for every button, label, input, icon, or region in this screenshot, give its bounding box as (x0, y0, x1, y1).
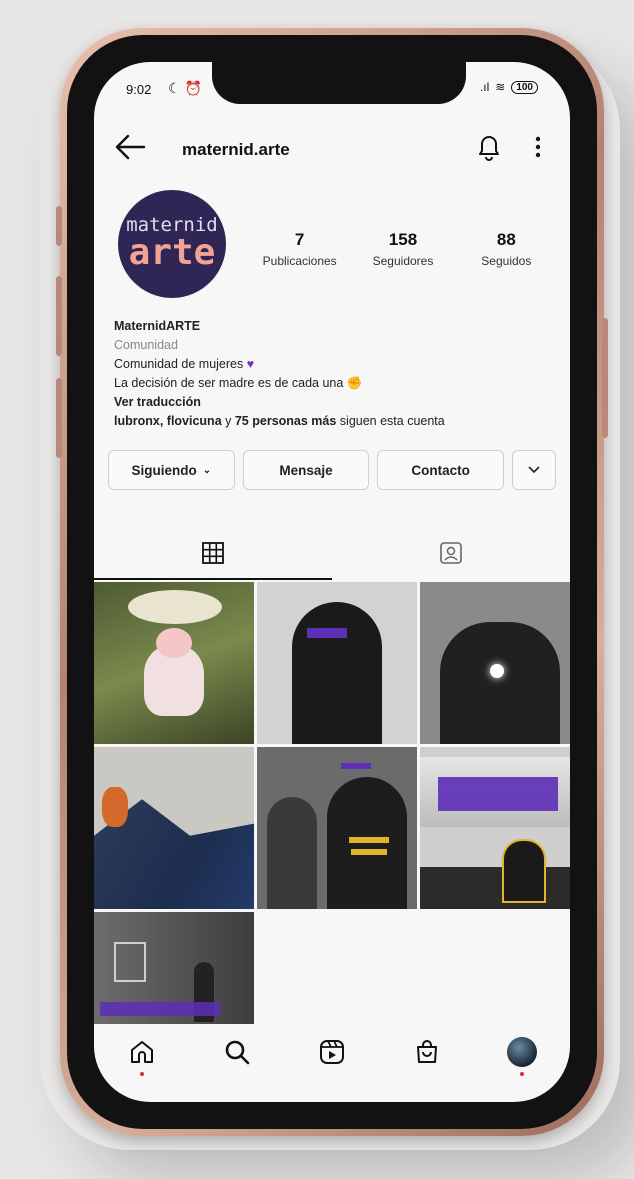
photo-figure (267, 797, 317, 909)
post-thumbnail[interactable] (94, 912, 254, 1024)
purple-heart-icon: ♥ (246, 357, 255, 371)
stat-number: 158 (388, 230, 418, 249)
profile-actions: Siguiendo ⌄ Mensaje Contacto (108, 450, 557, 490)
more-options-icon[interactable] (534, 134, 542, 160)
bio-line: La decisión de ser madre es de cada una … (114, 374, 554, 393)
moon-alarm-icon: ☾ ⏰ (168, 80, 202, 96)
photo-figure (292, 602, 382, 744)
status-right: .ıl ≋ 100 (480, 80, 538, 94)
post-thumbnail[interactable] (257, 747, 417, 909)
profile-tabs (94, 528, 570, 580)
bio-line2: La decisión de ser madre es de cada una (114, 376, 344, 390)
followed-more: 75 personas más (234, 414, 337, 428)
yellow-highlight-bar (351, 849, 387, 855)
photo-frame (114, 942, 146, 982)
photo-figure (327, 777, 407, 909)
stat-following[interactable]: 88 Seguidos (455, 230, 558, 268)
side-button (602, 318, 608, 438)
phone-frame: 9:02 ☾ ⏰ .ıl ≋ 100 maternid.arte materni… (56, 28, 608, 1136)
stat-number: 7 (294, 230, 305, 249)
shop-icon (417, 1040, 438, 1063)
followed-by[interactable]: lubronx, flovicuna y 75 personas más sig… (114, 412, 554, 431)
profile-bio: MaternidARTE Comunidad Comunidad de muje… (114, 317, 554, 431)
chevron-down-icon (528, 466, 540, 474)
stat-label: Publicaciones (262, 254, 337, 268)
purple-text-overlay (438, 777, 558, 811)
post-thumbnail[interactable] (94, 582, 254, 744)
post-thumbnail[interactable] (94, 747, 254, 909)
profile-avatar-small (507, 1037, 538, 1067)
bio-line: Comunidad de mujeres ♥ (114, 355, 554, 374)
suggestions-button[interactable] (512, 450, 557, 490)
back-arrow-icon[interactable] (114, 132, 146, 162)
nav-home[interactable] (122, 1032, 162, 1076)
photo-figure (502, 839, 546, 903)
see-translation-link[interactable]: Ver traducción (114, 393, 554, 412)
side-button (56, 378, 62, 458)
stat-number: 88 (496, 230, 516, 249)
message-button[interactable]: Mensaje (242, 450, 370, 490)
profile-avatar-large[interactable]: maternid arte (118, 190, 226, 298)
side-button (56, 276, 62, 356)
stat-followers[interactable]: 158 Seguidores (351, 230, 454, 268)
nav-profile[interactable] (502, 1032, 542, 1076)
stat-posts[interactable]: 7 Publicaciones (248, 230, 351, 268)
post-thumbnail[interactable] (420, 747, 570, 909)
photo-figure (440, 622, 560, 744)
nav-shop[interactable] (407, 1032, 447, 1072)
phone-bezel: 9:02 ☾ ⏰ .ıl ≋ 100 maternid.arte materni… (67, 35, 597, 1129)
yellow-highlight-bar (349, 837, 389, 843)
followed-names: lubronx, flovicuna (114, 414, 222, 428)
profile-username: maternid.arte (182, 140, 290, 159)
following-button[interactable]: Siguiendo ⌄ (108, 450, 235, 490)
side-button (56, 206, 62, 246)
speech-bubble (128, 590, 222, 624)
bell-icon[interactable] (476, 132, 502, 162)
tab-posts-grid[interactable] (94, 528, 332, 578)
chevron-down-icon: ⌄ (202, 464, 212, 476)
avatar-logo-line2: arte (128, 232, 216, 273)
purple-censor-bar (341, 763, 371, 769)
purple-text-overlay (100, 1002, 220, 1016)
grid-icon (202, 542, 224, 564)
bio-line1: Comunidad de mujeres (114, 357, 244, 371)
contact-button[interactable]: Contacto (377, 450, 505, 490)
photo-hair (102, 787, 128, 827)
wifi-icon: ≋ (495, 80, 506, 94)
nav-reels[interactable] (312, 1032, 352, 1072)
bio-name: MaternidARTE (114, 319, 201, 333)
phone-notch (212, 62, 466, 104)
post-thumbnail[interactable] (420, 582, 570, 744)
post-thumbnail[interactable] (257, 582, 417, 744)
bio-category: Comunidad (114, 338, 178, 352)
photo-railing (420, 867, 570, 909)
illustration-head (156, 628, 192, 658)
profile-topbar: maternid.arte (94, 124, 570, 174)
nav-search[interactable] (217, 1032, 257, 1072)
notification-dot (520, 1072, 525, 1076)
status-time: 9:02 (126, 82, 152, 97)
tagged-icon (440, 542, 462, 564)
battery-icon: 100 (511, 80, 538, 94)
following-label: Siguiendo (131, 462, 197, 478)
home-icon (130, 1041, 153, 1063)
bottom-navigation (94, 1022, 570, 1082)
signal-icon: .ıl (479, 80, 490, 94)
active-tab-indicator (94, 578, 332, 580)
tab-tagged[interactable] (332, 528, 570, 578)
followed-y: y (221, 414, 235, 428)
followed-rest: siguen esta cuenta (336, 414, 445, 428)
purple-censor-bar (307, 628, 347, 638)
reels-icon (319, 1040, 344, 1064)
stat-label: Seguidos (481, 254, 532, 268)
flower-highlight (490, 664, 504, 678)
stat-label: Seguidores (372, 254, 434, 268)
notification-dot (139, 1072, 144, 1076)
hand-emoji-icon: ✊ (346, 376, 363, 390)
profile-stats: 7 Publicaciones 158 Seguidores 88 Seguid… (248, 230, 558, 268)
search-icon (225, 1040, 250, 1065)
phone-screen: 9:02 ☾ ⏰ .ıl ≋ 100 maternid.arte materni… (94, 62, 570, 1102)
